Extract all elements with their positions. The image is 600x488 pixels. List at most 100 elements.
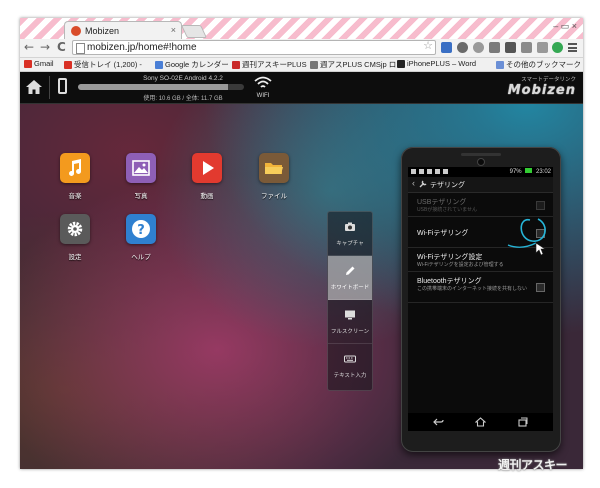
tab-title: Mobizen — [85, 25, 120, 36]
storage-bar — [78, 84, 244, 90]
battery-icon — [525, 168, 533, 173]
settings-label: 設定 — [68, 254, 82, 261]
wifi-tethering-row[interactable]: Wi-Fiテザリング — [408, 217, 553, 248]
wifi-tethering-checkbox[interactable] — [536, 229, 545, 238]
storage-bar-fill — [78, 84, 229, 90]
bookmark-favicon-icon — [24, 59, 32, 68]
phone-mirror: 97% 23:02 ‹ テザリング USBテザリング USBが接続されていません — [401, 147, 561, 452]
notification-icon — [443, 169, 448, 174]
device-name: Sony SO-02E Android 4.2.2 — [143, 75, 223, 82]
pencil-icon — [346, 266, 355, 275]
folder-icon — [265, 163, 283, 174]
video-icon — [203, 161, 214, 175]
usb-tethering-title: USBテザリング — [417, 199, 467, 206]
bluetooth-tethering-subtitle: この携帯端末のインターネット接続を共有しない — [417, 286, 528, 292]
file-app-button[interactable] — [259, 153, 289, 183]
brand-logo-text: Mobizen — [507, 83, 576, 98]
browser-window: Mobizen × – ▭ × ← → C mobizen.jp/home#!h… — [20, 18, 583, 469]
bookmark-favicon-icon — [155, 60, 163, 69]
tab-close-icon[interactable]: × — [171, 25, 176, 35]
help-icon: ? — [132, 220, 150, 238]
bluetooth-tethering-checkbox[interactable] — [536, 283, 545, 292]
bookmark-favicon-icon — [310, 60, 318, 69]
whiteboard-tool-button[interactable]: ホワイトボード — [328, 256, 372, 300]
music-app-button[interactable] — [60, 153, 90, 183]
extension-icon-4[interactable] — [489, 42, 500, 53]
chrome-menu-icon[interactable] — [568, 43, 577, 52]
android-back-icon[interactable] — [433, 417, 444, 427]
forward-arrow-icon[interactable]: → — [40, 40, 50, 54]
address-bar[interactable]: mobizen.jp/home#!home ☆ — [72, 40, 436, 55]
usb-tethering-subtitle: USBが接続されていません — [417, 207, 477, 213]
fullscreen-tool-label: フルスクリーン — [330, 329, 370, 335]
bookmark-gmail[interactable]: Gmail — [24, 59, 54, 68]
wifi-tethering-settings-row[interactable]: Wi-Fiテザリング設定 Wi-Fiテザリングを設定および管理する — [408, 248, 553, 272]
bluetooth-tethering-row[interactable]: Bluetoothテザリング この携帯端末のインターネット接続を共有しない — [408, 272, 553, 303]
wifi-tethering-settings-title: Wi-Fiテザリング設定 — [417, 254, 483, 261]
notification-icon — [411, 169, 416, 174]
watermark-text: 週刊アスキー — [498, 458, 568, 472]
video-app-button[interactable] — [192, 153, 222, 183]
extension-icon-6[interactable] — [521, 42, 532, 53]
status-right: 97% 23:02 — [510, 168, 551, 175]
bookmark-ascii-plus[interactable]: 週刊アスキーPLUS — [232, 59, 307, 70]
text-input-tool-label: テキスト入力 — [333, 373, 367, 379]
capture-tool-label: キャプチャ — [336, 241, 364, 247]
bookmarks-bar: Gmail 受信トレイ (1,200) - Google カレンダー 週刊アスキ… — [20, 58, 583, 72]
phone-icon — [58, 78, 67, 94]
bookmark-favicon-icon — [64, 60, 72, 69]
phone-camera — [477, 158, 485, 166]
phone-screen[interactable]: 97% 23:02 ‹ テザリング USBテザリング USBが接続されていません — [408, 167, 553, 431]
tab-mobizen[interactable]: Mobizen × — [64, 21, 182, 39]
bookmark-other-folder[interactable]: その他のブックマーク — [496, 59, 581, 70]
extension-icon-5[interactable] — [505, 42, 516, 53]
capture-tool-button[interactable]: キャプチャ — [328, 212, 372, 256]
usb-tethering-row[interactable]: USBテザリング USBが接続されていません — [408, 193, 553, 217]
bluetooth-tethering-title: Bluetoothテザリング — [417, 278, 482, 285]
back-arrow-icon[interactable]: ← — [24, 40, 34, 54]
video-label: 動画 — [200, 193, 214, 200]
wifi-icon — [254, 76, 272, 88]
brand-tagline: スマートデータリンク — [521, 77, 576, 83]
battery-percent: 97% — [509, 169, 522, 175]
bookmark-iphoneplus[interactable]: iPhonePLUS – Word — [397, 59, 476, 68]
music-label: 音楽 — [68, 193, 82, 200]
notification-icon — [419, 169, 424, 174]
android-recents-icon[interactable] — [517, 417, 528, 427]
text-input-tool-button[interactable]: テキスト入力 — [328, 344, 372, 388]
tab-strip: Mobizen × – ▭ × — [20, 18, 583, 39]
bookmark-star-icon[interactable]: ☆ — [423, 40, 433, 53]
extension-icon-3[interactable] — [473, 42, 484, 53]
extension-icon-7[interactable] — [537, 42, 548, 53]
settings-app-button[interactable] — [60, 214, 90, 244]
home-icon[interactable] — [25, 78, 43, 96]
android-home-icon[interactable] — [475, 417, 486, 427]
reload-icon[interactable]: C — [57, 40, 66, 54]
divider — [49, 76, 50, 99]
photo-label: 写真 — [134, 193, 148, 200]
bookmark-inbox[interactable]: 受信トレイ (1,200) - — [64, 59, 142, 70]
extension-icon-2[interactable] — [457, 42, 468, 53]
fullscreen-tool-button[interactable]: フルスクリーン — [328, 300, 372, 344]
brand-logo: スマートデータリンク Mobizen — [490, 75, 576, 98]
bookmark-cms[interactable]: 週アスPLUS CMSjp ロ — [310, 59, 396, 70]
wrench-icon — [419, 180, 427, 188]
window-controls[interactable]: – ▭ × — [553, 21, 577, 32]
monitor-icon — [345, 310, 355, 320]
help-label: ヘルプ — [131, 254, 151, 261]
folder-icon — [496, 60, 504, 69]
usb-tethering-checkbox[interactable] — [536, 201, 545, 210]
photo-app-button[interactable] — [126, 153, 156, 183]
bookmark-favicon-icon — [397, 59, 405, 68]
mobizen-app: Sony SO-02E Android 4.2.2 使用: 10.6 GB / … — [20, 72, 583, 469]
bookmark-calendar[interactable]: Google カレンダー — [155, 59, 229, 70]
address-url: mobizen.jp/home#!home — [87, 42, 197, 53]
camera-icon — [345, 222, 355, 231]
new-tab-button[interactable] — [180, 25, 208, 38]
android-status-bar: 97% 23:02 — [408, 167, 553, 177]
bookmark-favicon-icon — [232, 60, 240, 69]
help-app-button[interactable]: ? — [126, 214, 156, 244]
extension-icon-1[interactable] — [441, 42, 452, 53]
back-chevron-icon[interactable]: ‹ — [412, 178, 415, 188]
extension-icon-8[interactable] — [552, 42, 563, 53]
